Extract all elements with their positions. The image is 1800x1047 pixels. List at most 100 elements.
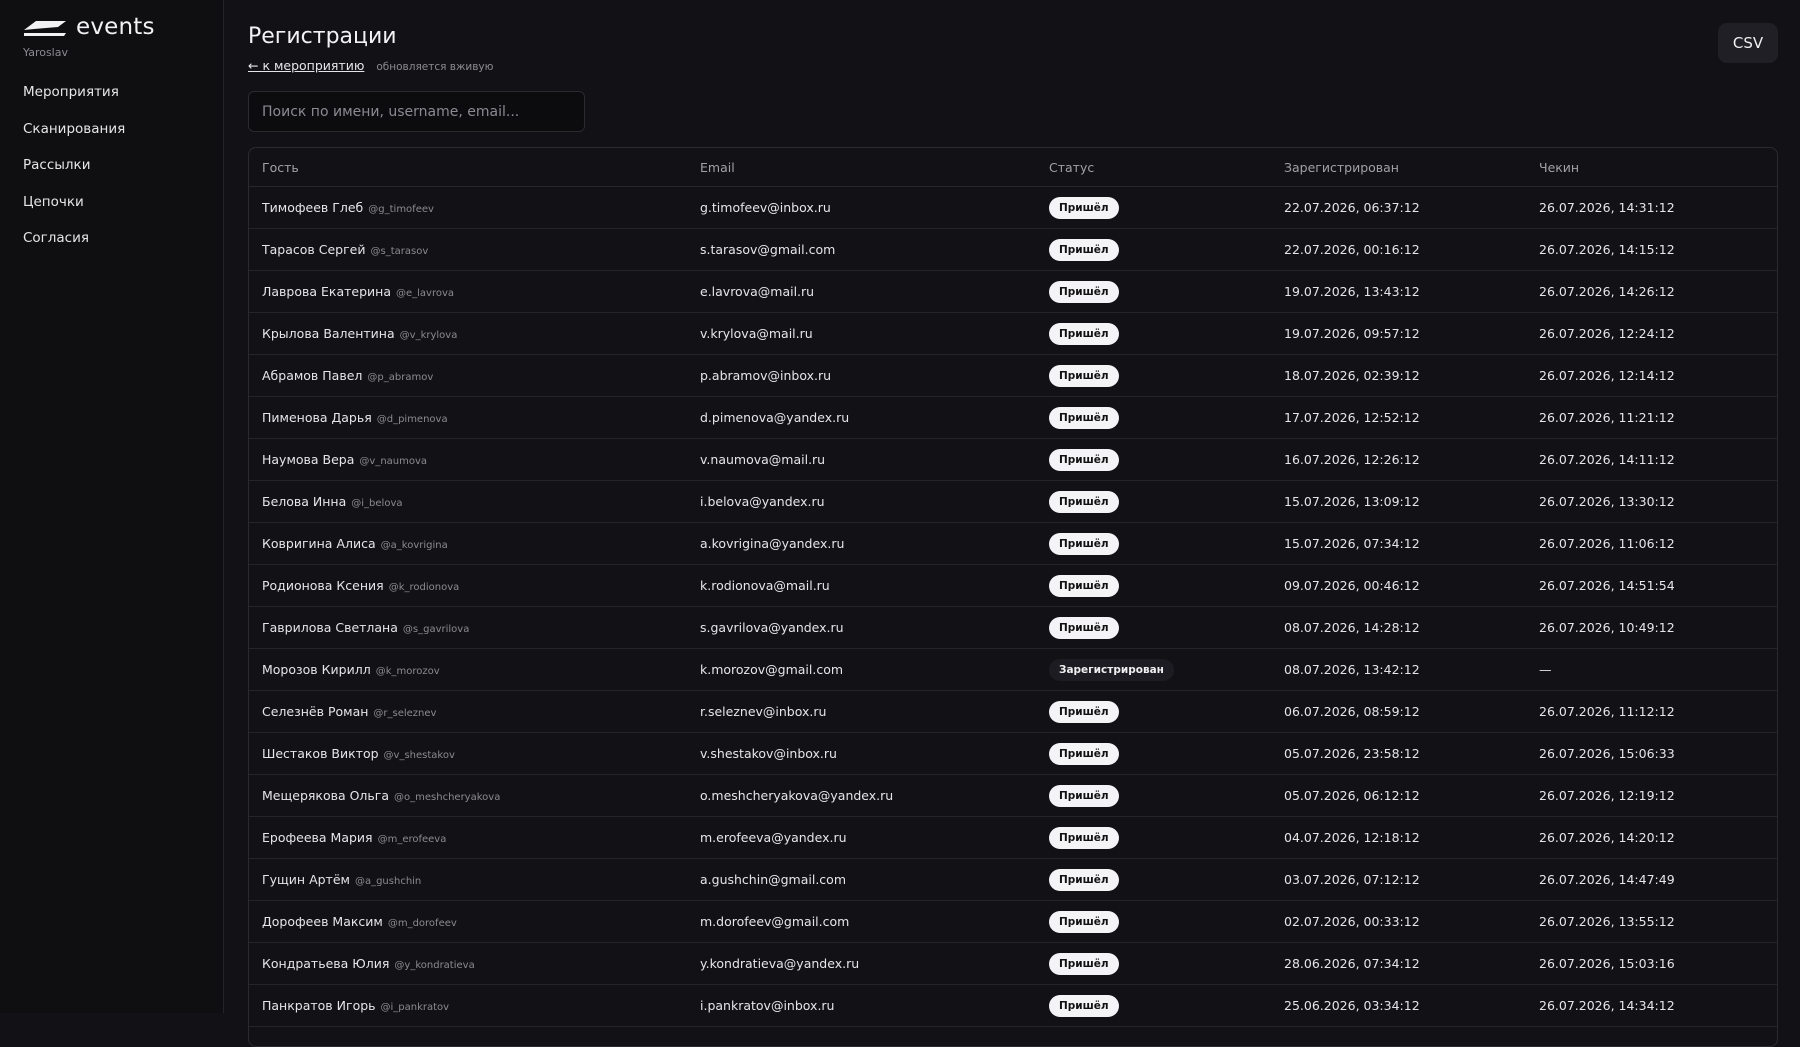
checkin-cell: 26.07.2026, 14:47:49 — [1526, 858, 1777, 901]
registered-cell: 18.07.2026, 02:39:12 — [1271, 354, 1526, 397]
status-badge: Пришёл — [1049, 196, 1119, 219]
guest-cell: Морозов Кирилл @k_morozov — [249, 648, 687, 691]
guest-name: Тарасов Сергей — [262, 242, 366, 257]
sidebar-item-scans[interactable]: Сканирования — [0, 117, 223, 154]
status-cell: Пришёл — [1036, 354, 1271, 397]
table-row[interactable]: Мещерякова Ольга @o_meshcheryakova o.meshc… — [249, 774, 1777, 817]
guest-username: @a_gushchin — [354, 876, 422, 887]
registered-cell: 03.07.2026, 07:12:12 — [1271, 858, 1526, 901]
table-row[interactable]: Лаврова Екатерина @e_lavrova e.lavrova@mai… — [249, 270, 1777, 313]
email-cell: o.meshcheryakova@yandex.ru — [687, 774, 1036, 817]
status-badge: Пришёл — [1049, 322, 1119, 345]
table-row[interactable]: Ерофеева Мария @m_erofeeva m.erofeeva@yand… — [249, 816, 1777, 859]
registered-cell: 15.07.2026, 07:34:12 — [1271, 522, 1526, 565]
table-row[interactable]: Родионова Ксения @k_rodionova k.rodionova@… — [249, 564, 1777, 607]
email-cell: p.abramov@inbox.ru — [687, 354, 1036, 397]
guest-username: @k_morozov — [375, 666, 440, 677]
column-header-registered[interactable]: Зарегистрирован — [1271, 148, 1526, 187]
guest-name: Абрамов Павел — [262, 368, 363, 383]
table-row[interactable]: Панкратов Игорь @i_pankratov i.pankratov@i… — [249, 984, 1777, 1027]
status-cell: Пришёл — [1036, 942, 1271, 985]
sidebar-item-chains[interactable]: Цепочки — [0, 190, 223, 227]
status-cell: Пришёл — [1036, 228, 1271, 271]
registered-cell: 19.07.2026, 09:57:12 — [1271, 312, 1526, 355]
search-input[interactable] — [248, 91, 585, 132]
table-row[interactable]: Кондратьева Юлия @y_kondratieva y.kondrati… — [249, 942, 1777, 985]
table-row[interactable]: Шестаков Виктор @v_shestakov v.shestakov@i… — [249, 732, 1777, 775]
checkin-cell: 26.07.2026, 12:24:12 — [1526, 312, 1777, 355]
main-content: Регистрации ← к мероприятию обновляется … — [248, 0, 1800, 1047]
guest-name: Дорофеев Максим — [262, 914, 383, 929]
table-row[interactable]: Абрамов Павел @p_abramov p.abramov@inbox.r… — [249, 354, 1777, 397]
status-cell: Пришёл — [1036, 690, 1271, 733]
status-badge: Пришёл — [1049, 280, 1119, 303]
email-cell: a.gushchin@gmail.com — [687, 858, 1036, 901]
email-cell: m.erofeeva@yandex.ru — [687, 816, 1036, 859]
email-cell: s.tarasov@gmail.com — [687, 228, 1036, 271]
checkin-cell: 26.07.2026, 14:26:12 — [1526, 270, 1777, 313]
status-badge: Пришёл — [1049, 448, 1119, 471]
guest-cell: Пименова Дарья @d_pimenova — [249, 396, 687, 439]
sidebar-item-events[interactable]: Мероприятия — [0, 80, 223, 117]
guest-username: @i_belova — [351, 498, 403, 509]
status-badge: Пришёл — [1049, 868, 1119, 891]
guest-username: @m_dorofeev — [387, 918, 457, 929]
subheader: ← к мероприятию обновляется вживую — [248, 58, 493, 73]
guest-username: @p_abramov — [367, 372, 434, 383]
guest-cell: Родионова Ксения @k_rodionova — [249, 564, 687, 607]
table-row[interactable]: Гущин Артём @a_gushchin a.gushchin@gmail.c… — [249, 858, 1777, 901]
email-cell: d.pimenova@yandex.ru — [687, 396, 1036, 439]
table-row[interactable]: Ковригина Алиса @a_kovrigina a.kovrigina@y… — [249, 522, 1777, 565]
table-row[interactable]: Дорофеев Максим @m_dorofeev m.dorofeev@gma… — [249, 900, 1777, 943]
checkin-cell: 26.07.2026, 14:34:12 — [1526, 984, 1777, 1027]
column-header-status[interactable]: Статус — [1036, 148, 1271, 187]
checkin-cell: 26.07.2026, 14:11:12 — [1526, 438, 1777, 481]
guest-cell: Селезнёв Роман @r_seleznev — [249, 690, 687, 733]
table-row[interactable]: Селезнёв Роман @r_seleznev r.seleznev@inbo… — [249, 690, 1777, 733]
csv-export-button[interactable]: CSV — [1718, 23, 1778, 63]
checkin-cell: 26.07.2026, 11:12:12 — [1526, 690, 1777, 733]
table-row[interactable]: Наумова Вера @v_naumova v.naumova@mail.ru П… — [249, 438, 1777, 481]
sidebar-item-consents[interactable]: Согласия — [0, 226, 223, 263]
guest-name: Родионова Ксения — [262, 578, 384, 593]
brand-logo[interactable]: events — [22, 14, 155, 40]
email-cell: v.naumova@mail.ru — [687, 438, 1036, 481]
page-title: Регистрации — [248, 24, 397, 49]
table-row[interactable]: Белова Инна @i_belova i.belova@yandex.ru Пр… — [249, 480, 1777, 523]
column-header-checkin[interactable]: Чекин — [1526, 148, 1777, 187]
table-row[interactable]: Тарасов Сергей @s_tarasov s.tarasov@gmail.… — [249, 228, 1777, 271]
registered-cell: 19.07.2026, 13:43:12 — [1271, 270, 1526, 313]
guest-cell: Гаврилова Светлана @s_gavrilova — [249, 606, 687, 649]
email-cell: s.gavrilova@yandex.ru — [687, 606, 1036, 649]
registered-cell: 25.06.2026, 03:34:12 — [1271, 984, 1526, 1027]
guest-name: Белова Инна — [262, 494, 347, 509]
email-cell: k.rodionova@mail.ru — [687, 564, 1036, 607]
guest-cell: Тимофеев Глеб @g_timofeev — [249, 186, 687, 229]
email-cell: k.morozov@gmail.com — [687, 648, 1036, 691]
sidebar: events Yaroslav Мероприятия Сканирования… — [0, 0, 224, 1013]
guest-username: @v_shestakov — [383, 750, 455, 761]
status-cell: Пришёл — [1036, 732, 1271, 775]
registered-cell: 16.07.2026, 12:26:12 — [1271, 438, 1526, 481]
table-row[interactable]: Пименова Дарья @d_pimenova d.pimenova@yand… — [249, 396, 1777, 439]
checkin-cell: 26.07.2026, 14:51:54 — [1526, 564, 1777, 607]
checkin-cell: 26.07.2026, 11:06:12 — [1526, 522, 1777, 565]
table-row[interactable]: Тимофеев Глеб @g_timofeev g.timofeev@inbox… — [249, 186, 1777, 229]
back-to-event-link[interactable]: ← к мероприятию — [248, 58, 364, 73]
checkin-cell: 26.07.2026, 12:14:12 — [1526, 354, 1777, 397]
guest-cell: Дорофеев Максим @m_dorofeev — [249, 900, 687, 943]
sidebar-item-mailings[interactable]: Рассылки — [0, 153, 223, 190]
column-header-email[interactable]: Email — [687, 148, 1036, 187]
guest-cell: Наумова Вера @v_naumova — [249, 438, 687, 481]
status-cell: Пришёл — [1036, 312, 1271, 355]
status-cell: Пришёл — [1036, 564, 1271, 607]
guest-name: Тимофеев Глеб — [262, 200, 364, 215]
column-header-guest[interactable]: Гость — [249, 148, 687, 187]
guest-cell: Шестаков Виктор @v_shestakov — [249, 732, 687, 775]
table-row[interactable]: Морозов Кирилл @k_morozov k.morozov@gmail.… — [249, 648, 1777, 691]
table-header-row: Гость Email Статус Зарегистрирован Чекин — [249, 148, 1777, 187]
registered-cell: 08.07.2026, 14:28:12 — [1271, 606, 1526, 649]
checkin-cell: 26.07.2026, 12:19:12 — [1526, 774, 1777, 817]
table-row[interactable]: Крылова Валентина @v_krylova v.krylova@mai… — [249, 312, 1777, 355]
table-row[interactable]: Гаврилова Светлана @s_gavrilova s.gavrilov… — [249, 606, 1777, 649]
